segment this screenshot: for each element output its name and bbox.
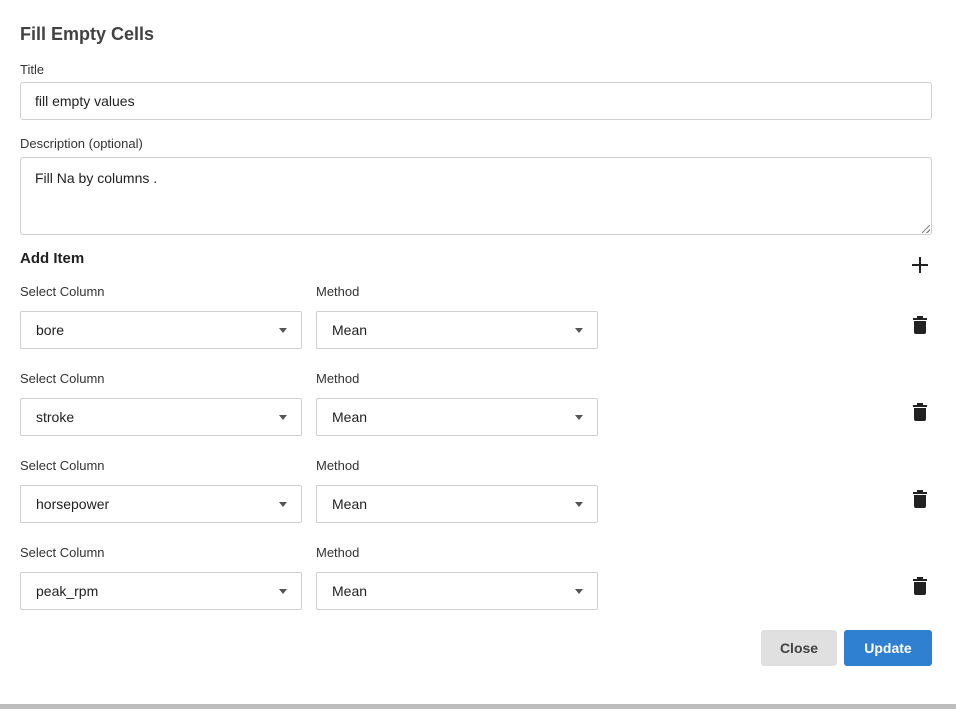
column-select-value: peak_rpm xyxy=(36,583,99,599)
caret-down-icon xyxy=(279,328,287,333)
method-select[interactable]: Mean xyxy=(316,398,598,436)
method-label: Method xyxy=(316,371,360,386)
fill-item-row: Select Column bore Method Mean xyxy=(0,284,956,354)
description-wrapper: Fill Na by columns . xyxy=(20,157,932,235)
description-label: Description (optional) xyxy=(20,136,143,151)
dialog-title: Fill Empty Cells xyxy=(20,24,155,44)
caret-down-icon xyxy=(575,589,583,594)
description-textarea[interactable]: Fill Na by columns . xyxy=(20,157,932,235)
fill-item-row: Select Column stroke Method Mean xyxy=(0,371,956,441)
select-column-label: Select Column xyxy=(20,284,105,299)
method-select[interactable]: Mean xyxy=(316,485,598,523)
column-select-value: horsepower xyxy=(36,496,110,512)
method-select-value: Mean xyxy=(332,409,368,425)
caret-down-icon xyxy=(575,328,583,333)
caret-down-icon xyxy=(279,502,287,507)
trash-icon[interactable] xyxy=(912,403,928,423)
method-select-value: Mean xyxy=(332,322,368,338)
method-label: Method xyxy=(316,545,360,560)
method-select[interactable]: Mean xyxy=(316,311,598,349)
method-select[interactable]: Mean xyxy=(316,572,598,610)
title-input[interactable] xyxy=(20,82,932,120)
column-select[interactable]: stroke xyxy=(20,398,302,436)
column-select[interactable]: bore xyxy=(20,311,302,349)
column-select-value: stroke xyxy=(36,409,75,425)
select-column-label: Select Column xyxy=(20,371,105,386)
fill-empty-cells-dialog: Fill Empty Cells Title Description (opti… xyxy=(0,0,956,704)
method-select-value: Mean xyxy=(332,583,368,599)
trash-icon[interactable] xyxy=(912,577,928,597)
close-button[interactable]: Close xyxy=(761,630,837,666)
fill-item-row: Select Column peak_rpm Method Mean xyxy=(0,545,956,615)
caret-down-icon xyxy=(575,502,583,507)
update-button[interactable]: Update xyxy=(844,630,932,666)
backdrop-overlay xyxy=(0,704,956,709)
trash-icon[interactable] xyxy=(912,316,928,336)
resize-grip-icon[interactable] xyxy=(922,225,930,233)
select-column-label: Select Column xyxy=(20,458,105,473)
caret-down-icon xyxy=(575,415,583,420)
add-item-heading: Add Item xyxy=(20,250,85,267)
title-label: Title xyxy=(20,62,45,77)
column-select[interactable]: peak_rpm xyxy=(20,572,302,610)
caret-down-icon xyxy=(279,589,287,594)
method-label: Method xyxy=(316,458,360,473)
select-column-label: Select Column xyxy=(20,545,105,560)
column-select-value: bore xyxy=(36,322,65,338)
trash-icon[interactable] xyxy=(912,490,928,510)
plus-icon[interactable] xyxy=(908,253,932,277)
method-select-value: Mean xyxy=(332,496,368,512)
caret-down-icon xyxy=(279,415,287,420)
fill-item-row: Select Column horsepower Method Mean xyxy=(0,458,956,528)
method-label: Method xyxy=(316,284,360,299)
column-select[interactable]: horsepower xyxy=(20,485,302,523)
